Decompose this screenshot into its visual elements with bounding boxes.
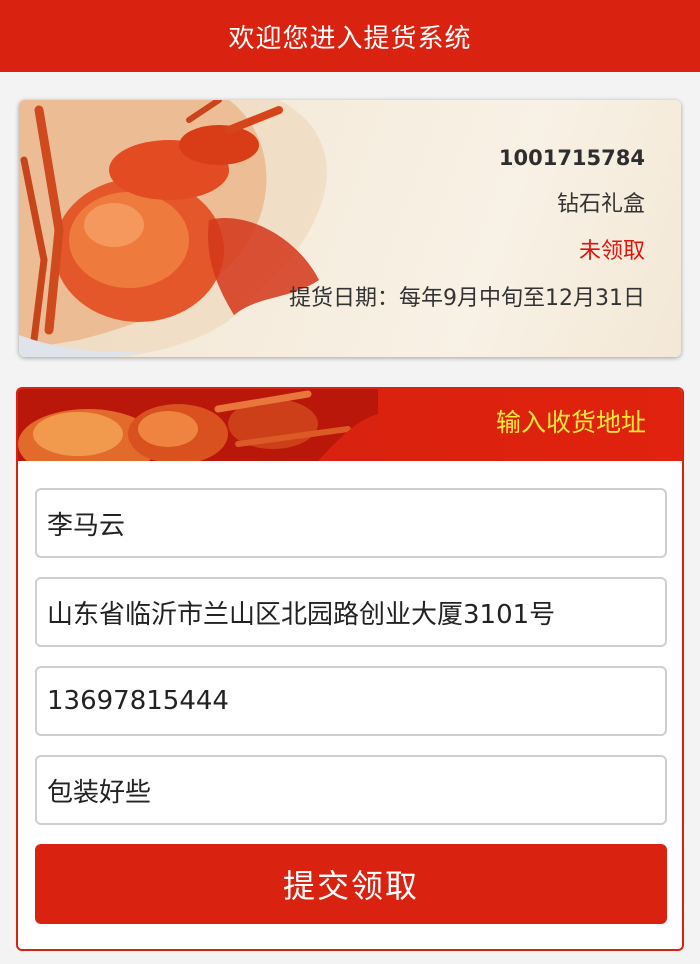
top-header-bar: 欢迎您进入提货系统 <box>0 0 700 72</box>
crab-banner-image <box>18 389 378 461</box>
phone-input[interactable] <box>35 666 667 736</box>
form-title: 输入收货地址 <box>495 408 646 437</box>
gift-card: 1001715784 钻石礼盒 未领取 提货日期：每年9月中旬至12月31日 <box>19 100 681 357</box>
card-code: 1001715784 <box>498 146 645 170</box>
form-header: 输入收货地址 <box>18 389 682 461</box>
card-product: 钻石礼盒 <box>556 192 645 217</box>
pickup-date: 提货日期：每年9月中旬至12月31日 <box>289 286 645 311</box>
note-input[interactable] <box>35 755 667 825</box>
address-form: 输入收货地址 提交领取 <box>16 387 684 951</box>
submit-button[interactable]: 提交领取 <box>35 844 667 924</box>
name-input[interactable] <box>35 488 667 558</box>
header-title: 欢迎您进入提货系统 <box>228 23 472 54</box>
address-input[interactable] <box>35 577 667 647</box>
card-info: 1001715784 钻石礼盒 未领取 提货日期：每年9月中旬至12月31日 <box>289 140 645 328</box>
card-status: 未领取 <box>578 239 645 264</box>
